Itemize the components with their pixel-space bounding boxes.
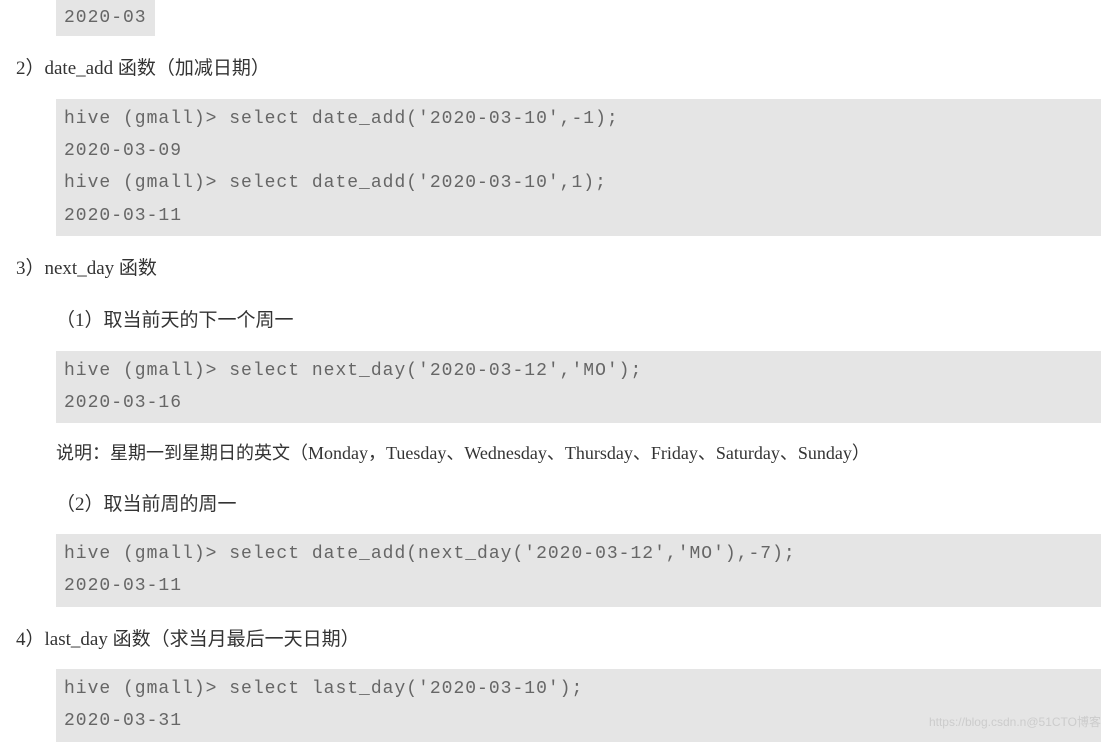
code-block-next-day-1: hive (gmall)> select next_day('2020-03-1… — [56, 351, 1101, 424]
sub-title-next-monday: （1）取当前天的下一个周一 — [56, 304, 1111, 338]
code-result-block: 2020-03 — [56, 0, 155, 36]
section-title-last-day: 4）last_day 函数（求当月最后一天日期） — [16, 623, 1111, 657]
code-block-date-add: hive (gmall)> select date_add('2020-03-1… — [56, 99, 1101, 237]
sub-title-current-week-monday: （2）取当前周的周一 — [56, 488, 1111, 522]
watermark-text: https://blog.csdn.n@51CTO博客 — [929, 712, 1101, 734]
code-block-next-day-2: hive (gmall)> select date_add(next_day('… — [56, 534, 1101, 607]
section-title-date-add: 2）date_add 函数（加减日期） — [16, 52, 1111, 86]
section-title-next-day: 3）next_day 函数 — [16, 252, 1111, 286]
description-weekdays: 说明：星期一到星期日的英文（Monday，Tuesday、Wednesday、T… — [56, 437, 1111, 469]
